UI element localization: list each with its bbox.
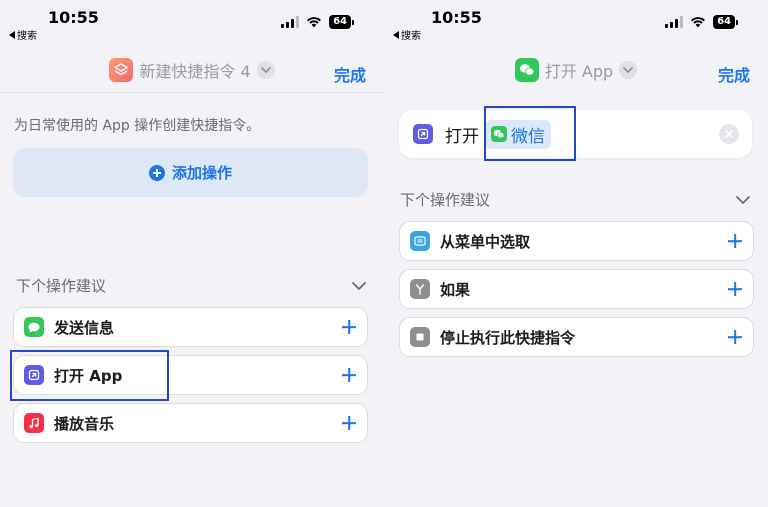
battery-level: 64 (329, 15, 351, 29)
suggestion-label: 如果 (440, 280, 471, 299)
menu-icon (410, 231, 430, 251)
clear-icon[interactable] (719, 124, 739, 144)
suggestion-label: 停止执行此快捷指令 (440, 328, 576, 347)
wifi-icon (691, 17, 706, 28)
suggestion-label: 播放音乐 (54, 414, 115, 433)
suggestion-stop-shortcut[interactable]: 停止执行此快捷指令 (399, 317, 754, 357)
wifi-icon (307, 17, 322, 28)
add-plus-icon[interactable] (727, 233, 743, 249)
suggestion-send-message[interactable]: 发送信息 (13, 307, 368, 347)
suggestion-play-music[interactable]: 播放音乐 (13, 403, 368, 443)
suggestion-label: 从菜单中选取 (440, 232, 531, 251)
stop-icon (410, 327, 430, 347)
back-arrow-icon (393, 30, 399, 39)
hint-text: 为日常使用的 App 操作创建快捷指令。 (14, 118, 261, 134)
plus-circle-icon (148, 164, 165, 181)
suggestions-title: 下个操作建议 (400, 191, 491, 209)
done-button[interactable]: 完成 (334, 62, 366, 86)
wechat-app-icon (514, 58, 539, 82)
action-title-menu[interactable]: 打开 App (384, 58, 768, 82)
left-screen: 10:55 搜索 64 新建快捷指令 4 完成 为日常使用的 App 操作创建快… (0, 0, 384, 507)
status-time: 10:55 (48, 8, 99, 27)
action-verb: 打开 (445, 126, 479, 147)
if-icon (410, 279, 430, 299)
chevron-down-icon (256, 61, 275, 79)
battery-icon: 64 (713, 15, 738, 29)
shortcut-title-menu[interactable]: 新建快捷指令 4 (0, 58, 384, 82)
add-action-button[interactable]: 添加操作 (13, 148, 368, 197)
back-to-search[interactable]: 搜索 (393, 27, 421, 42)
suggestions-header[interactable]: 下个操作建议 (16, 275, 366, 296)
cellular-signal-icon (665, 16, 684, 28)
back-arrow-icon (9, 30, 15, 39)
nav-bar: 新建快捷指令 4 完成 (0, 54, 384, 90)
add-plus-icon[interactable] (341, 415, 357, 431)
suggestion-if[interactable]: 如果 (399, 269, 754, 309)
shortcut-title: 新建快捷指令 4 (139, 62, 251, 81)
status-bar: 10:55 搜索 64 (384, 0, 768, 44)
header-divider (0, 92, 384, 93)
nav-bar: 打开 App 完成 (384, 54, 768, 90)
add-plus-icon[interactable] (727, 329, 743, 345)
suggestions-header[interactable]: 下个操作建议 (400, 189, 750, 210)
add-plus-icon[interactable] (341, 367, 357, 383)
chevron-down-icon (619, 61, 638, 79)
cellular-signal-icon (281, 16, 300, 28)
back-to-search[interactable]: 搜索 (9, 27, 37, 42)
action-title: 打开 App (544, 62, 614, 81)
messages-icon (24, 317, 44, 337)
suggestion-choose-from-menu[interactable]: 从菜单中选取 (399, 221, 754, 261)
suggestions-title: 下个操作建议 (16, 277, 107, 295)
back-search-label: 搜索 (17, 31, 37, 42)
add-action-label: 添加操作 (171, 164, 232, 182)
shortcuts-app-icon (109, 58, 134, 82)
status-time: 10:55 (431, 8, 482, 27)
status-icons: 64 (281, 15, 354, 29)
battery-icon: 64 (329, 15, 354, 29)
highlight-box-open-app (10, 350, 169, 401)
add-plus-icon[interactable] (727, 281, 743, 297)
suggestion-label: 发送信息 (54, 318, 115, 337)
done-button[interactable]: 完成 (718, 62, 750, 86)
chevron-down-icon (352, 281, 366, 290)
music-icon (24, 413, 44, 433)
highlight-box-wechat (484, 106, 576, 161)
open-app-icon (413, 124, 433, 144)
status-bar: 10:55 搜索 64 (0, 0, 384, 44)
add-plus-icon[interactable] (341, 319, 357, 335)
right-screen: 10:55 搜索 64 打开 App 完成 打开 微信 下个操作建议 从菜单中选… (384, 0, 768, 507)
status-icons: 64 (665, 15, 738, 29)
back-search-label: 搜索 (401, 31, 421, 42)
battery-level: 64 (713, 15, 735, 29)
chevron-down-icon (736, 195, 750, 204)
